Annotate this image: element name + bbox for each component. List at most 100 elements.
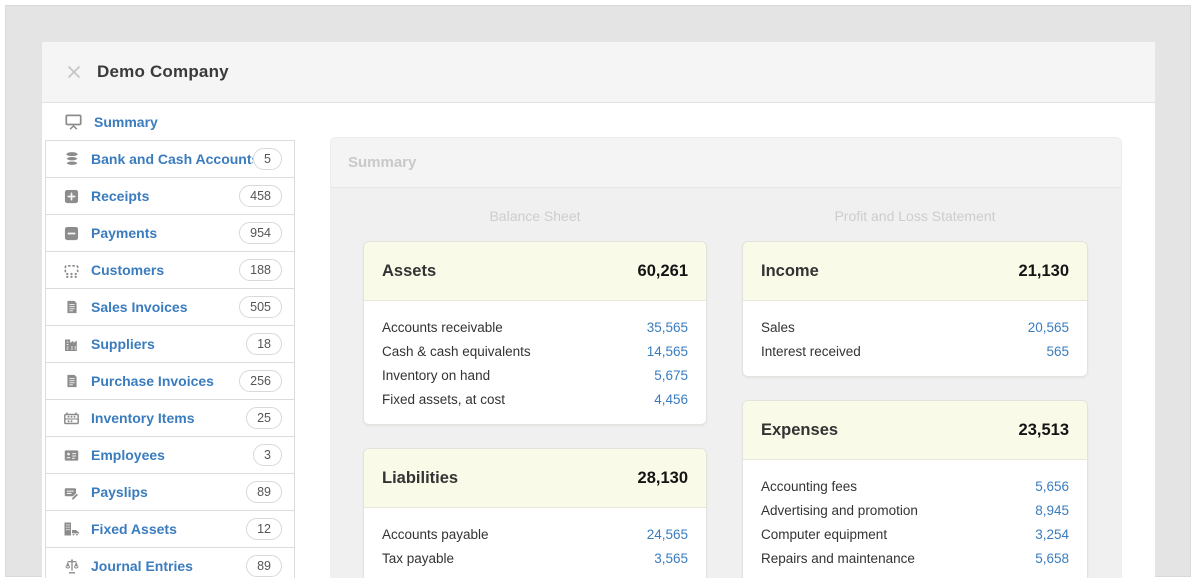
- account-value-link[interactable]: 14,565: [647, 344, 688, 359]
- sidebar-item-label: Fixed Assets: [91, 521, 246, 537]
- account-value-link[interactable]: 5,658: [1035, 551, 1069, 566]
- account-label: Accounting fees: [761, 479, 857, 494]
- income-card-body: Sales 20,565 Interest received 565: [743, 301, 1087, 376]
- sidebar-item-receipts[interactable]: Receipts 458: [46, 178, 294, 215]
- account-value-link[interactable]: 4,456: [654, 392, 688, 407]
- sidebar-item-bank-and-cash-accounts[interactable]: Bank and Cash Accounts 5: [46, 141, 294, 178]
- payslip-pencil-icon: [62, 485, 81, 500]
- account-row: Repairs and maintenance 5,658: [761, 546, 1069, 570]
- count-badge: 25: [246, 407, 282, 430]
- account-label: Repairs and maintenance: [761, 551, 915, 566]
- sidebar-item-fixed-assets[interactable]: Fixed Assets 12: [46, 511, 294, 548]
- account-label: Sales: [761, 320, 795, 335]
- sidebar-item-label: Payslips: [91, 484, 246, 500]
- account-label: Fixed assets, at cost: [382, 392, 505, 407]
- expenses-card-header: Expenses 23,513: [743, 401, 1087, 460]
- sidebar-item-customers[interactable]: Customers 188: [46, 252, 294, 289]
- account-row: Computer equipment 3,254: [761, 522, 1069, 546]
- account-row: Cash & cash equivalents 14,565: [382, 339, 688, 363]
- sidebar-item-label: Receipts: [91, 188, 239, 204]
- window-header: Demo Company: [42, 42, 1155, 103]
- sidebar-item-payslips[interactable]: Payslips 89: [46, 474, 294, 511]
- count-badge: 954: [239, 222, 282, 245]
- card-title: Expenses: [761, 421, 838, 440]
- sidebar-item-label: Customers: [91, 262, 239, 278]
- count-badge: 18: [246, 333, 282, 356]
- invoice-document-icon: [62, 373, 81, 389]
- account-label: Cash & cash equivalents: [382, 344, 531, 359]
- close-icon[interactable]: [65, 63, 83, 81]
- card-title: Assets: [382, 262, 436, 281]
- account-row: Tax payable 3,565: [382, 546, 688, 570]
- assets-card-body: Accounts receivable 35,565 Cash & cash e…: [364, 301, 706, 424]
- card-total: 28,130: [638, 469, 688, 488]
- sidebar-item-label: Journal Entries: [91, 558, 246, 574]
- account-label: Tax payable: [382, 551, 454, 566]
- count-badge: 458: [239, 185, 282, 208]
- sidebar-item-sales-invoices[interactable]: Sales Invoices 505: [46, 289, 294, 326]
- account-value-link[interactable]: 5,675: [654, 368, 688, 383]
- account-value-link[interactable]: 20,565: [1028, 320, 1069, 335]
- summary-content: Balance Sheet Assets 60,261 Accounts rec…: [330, 188, 1122, 578]
- card-title: Liabilities: [382, 469, 458, 488]
- card-title: Income: [761, 262, 819, 281]
- sidebar-item-inventory-items[interactable]: Inventory Items 25: [46, 400, 294, 437]
- account-row: Interest received 565: [761, 339, 1069, 363]
- sidebar-item-summary[interactable]: Summary: [45, 103, 295, 140]
- card-total: 60,261: [638, 262, 688, 281]
- assets-card-header: Assets 60,261: [364, 242, 706, 301]
- account-row: Accounts receivable 35,565: [382, 315, 688, 339]
- account-label: Accounts payable: [382, 527, 489, 542]
- account-row: Advertising and promotion 8,945: [761, 498, 1069, 522]
- abacus-icon: [62, 410, 81, 426]
- income-card-header: Income 21,130: [743, 242, 1087, 301]
- sidebar-item-label: Employees: [91, 447, 253, 463]
- audience-icon: [62, 262, 81, 279]
- liabilities-card: Liabilities 28,130 Accounts payable 24,5…: [363, 448, 707, 578]
- summary-panel: Summary Balance Sheet Assets 60,261: [330, 137, 1122, 578]
- account-value-link[interactable]: 35,565: [647, 320, 688, 335]
- sidebar-item-label: Summary: [94, 114, 295, 130]
- account-row: Accounting fees 5,656: [761, 474, 1069, 498]
- minus-square-icon: [62, 226, 81, 241]
- sidebar-item-label: Bank and Cash Accounts: [91, 151, 253, 167]
- coin-stack-icon: [62, 151, 81, 167]
- sidebar-item-journal-entries[interactable]: Journal Entries 89: [46, 548, 294, 578]
- count-badge: 89: [246, 481, 282, 504]
- account-row: Accounts payable 24,565: [382, 522, 688, 546]
- sidebar-item-employees[interactable]: Employees 3: [46, 437, 294, 474]
- count-badge: 188: [239, 259, 282, 282]
- profit-loss-header: Profit and Loss Statement: [742, 208, 1088, 225]
- account-value-link[interactable]: 8,945: [1035, 503, 1069, 518]
- sidebar-item-label: Suppliers: [91, 336, 246, 352]
- account-label: Computer equipment: [761, 527, 887, 542]
- factory-icon: [62, 336, 81, 352]
- account-value-link[interactable]: 3,565: [654, 551, 688, 566]
- sidebar-item-suppliers[interactable]: Suppliers 18: [46, 326, 294, 363]
- account-value-link[interactable]: 5,656: [1035, 479, 1069, 494]
- account-row: Inventory on hand 5,675: [382, 363, 688, 387]
- count-badge: 256: [239, 370, 282, 393]
- presentation-screen-icon: [64, 113, 83, 130]
- sidebar-item-purchase-invoices[interactable]: Purchase Invoices 256: [46, 363, 294, 400]
- balance-sheet-column: Balance Sheet Assets 60,261 Accounts rec…: [363, 208, 707, 578]
- sidebar-nav-list: Bank and Cash Accounts 5 Receipts 458: [45, 140, 295, 578]
- count-badge: 5: [253, 148, 282, 171]
- account-value-link[interactable]: 565: [1046, 344, 1069, 359]
- liabilities-card-body: Accounts payable 24,565 Tax payable 3,56…: [364, 508, 706, 578]
- account-label: Inventory on hand: [382, 368, 490, 383]
- tab-summary[interactable]: Summary: [348, 154, 416, 171]
- count-badge: 505: [239, 296, 282, 319]
- expenses-card: Expenses 23,513 Accounting fees 5,656: [742, 400, 1088, 578]
- window-title: Demo Company: [97, 62, 229, 82]
- sidebar: Summary Bank and Cash Accounts 5: [45, 103, 295, 578]
- card-total: 21,130: [1019, 262, 1069, 281]
- account-value-link[interactable]: 24,565: [647, 527, 688, 542]
- sidebar-item-payments[interactable]: Payments 954: [46, 215, 294, 252]
- liabilities-card-header: Liabilities 28,130: [364, 449, 706, 508]
- company-window: Demo Company Summary Bank and Cash: [42, 42, 1155, 578]
- account-row: Sales 20,565: [761, 315, 1069, 339]
- income-card: Income 21,130 Sales 20,565 Inte: [742, 241, 1088, 377]
- account-value-link[interactable]: 3,254: [1035, 527, 1069, 542]
- count-badge: 3: [253, 444, 282, 467]
